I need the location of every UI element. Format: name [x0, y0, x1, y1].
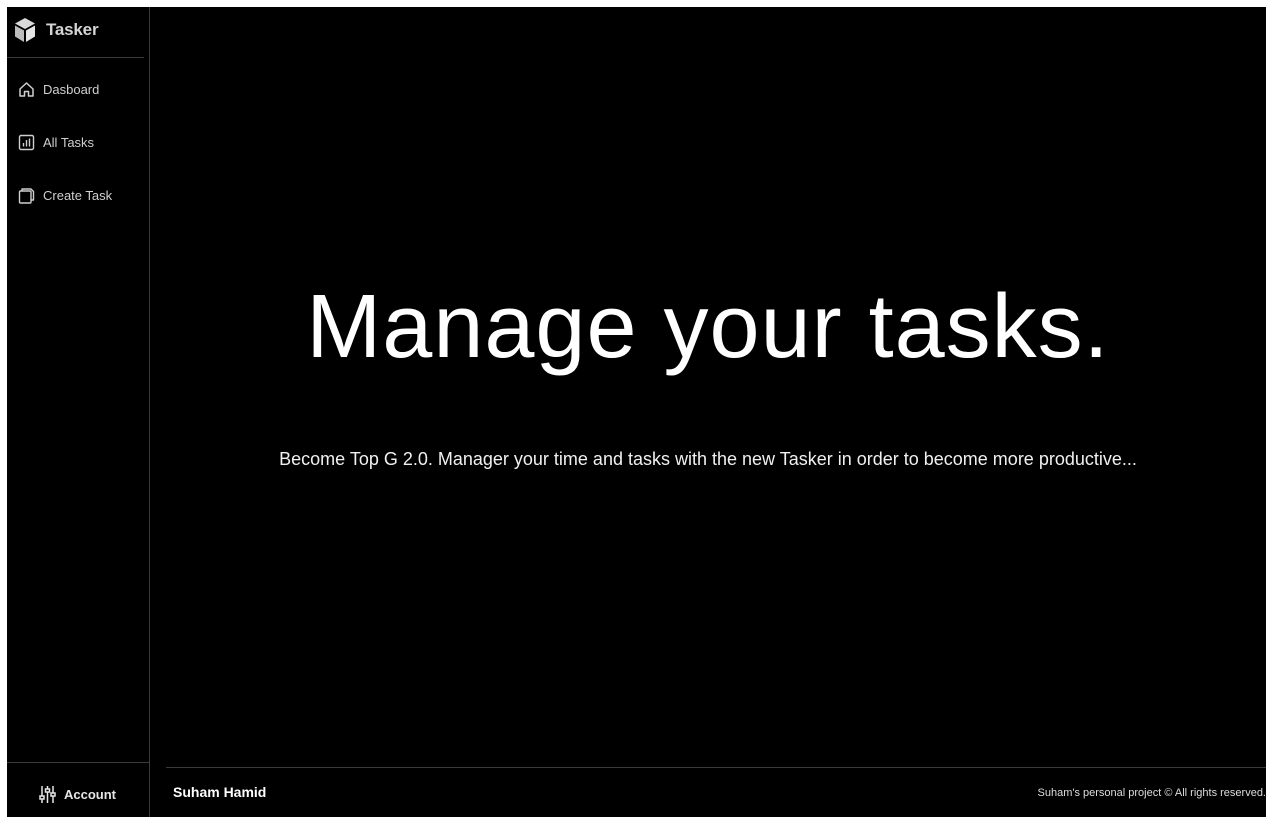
- brand[interactable]: Tasker: [14, 17, 99, 43]
- sliders-icon: [39, 785, 56, 803]
- sidebar-item-label: Dasboard: [43, 81, 100, 97]
- sidebar-item-all-tasks[interactable]: All Tasks: [18, 132, 94, 152]
- account-label: Account: [64, 786, 116, 802]
- footer-copyright: Suham's personal project © All rights re…: [1037, 787, 1266, 799]
- home-icon: [19, 81, 34, 97]
- footer-divider: [166, 767, 1266, 768]
- sidebar-item-create-task[interactable]: Create Task: [18, 185, 112, 205]
- sidebar-item-label: Create Task: [43, 187, 113, 203]
- bar-chart-icon: [18, 134, 35, 150]
- sidebar: Tasker Dasboard All Tasks Create Task Ac…: [7, 7, 150, 817]
- hero-subtitle: Become Top G 2.0. Manager your time and …: [279, 449, 1137, 469]
- sidebar-footer-divider: [7, 762, 149, 763]
- hero-title: Manage your tasks.: [306, 277, 1110, 377]
- app-name: Tasker: [46, 20, 99, 39]
- copy-icon: [18, 187, 35, 204]
- cube-logo-icon: [15, 18, 35, 42]
- account-button[interactable]: Account: [39, 783, 116, 805]
- main-content: Manage your tasks. Become Top G 2.0. Man…: [150, 7, 1266, 817]
- footer-author: Suham Hamid: [173, 784, 267, 800]
- sidebar-item-dashboard[interactable]: Dasboard: [18, 79, 99, 99]
- sidebar-divider: [7, 57, 144, 58]
- sidebar-item-label: All Tasks: [43, 134, 95, 150]
- app-window: Tasker Dasboard All Tasks Create Task Ac…: [7, 7, 1266, 817]
